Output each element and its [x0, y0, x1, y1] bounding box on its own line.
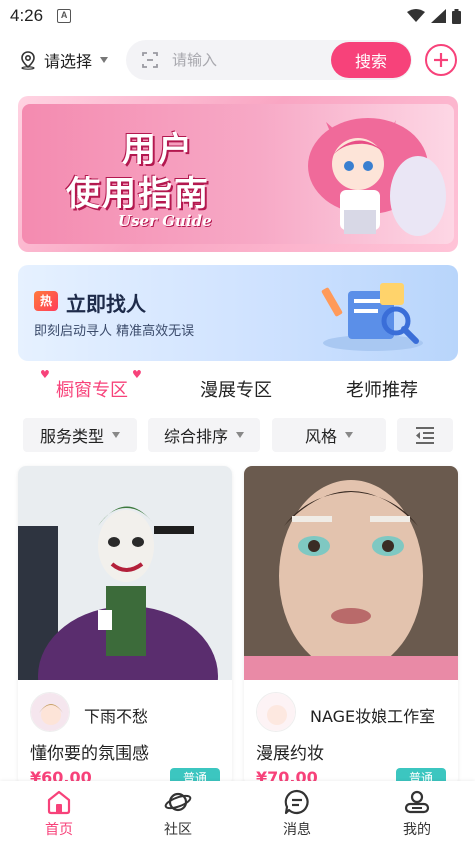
nav-home[interactable]: 首页: [19, 789, 99, 839]
banner-subtitle: User Guide: [118, 212, 212, 230]
add-button[interactable]: [425, 44, 457, 76]
product-card[interactable]: NAGE妆娘工作室 漫展约妆 ¥70.00 普通: [244, 466, 458, 786]
banner-title-line1: 用户: [122, 130, 194, 170]
nav-label: 社区: [164, 822, 192, 838]
nav-label: 我的: [403, 822, 431, 838]
avatar[interactable]: [256, 692, 296, 732]
search-document-illustration: [321, 283, 423, 351]
search-button[interactable]: 搜索: [331, 42, 411, 78]
nav-label: 首页: [45, 822, 73, 838]
search-input[interactable]: [172, 51, 322, 69]
location-label: 请选择: [44, 52, 93, 71]
chevron-down-icon: [345, 432, 353, 438]
location-pin-icon: [21, 51, 35, 70]
nav-community[interactable]: 社区: [138, 789, 218, 839]
plus-icon: [434, 53, 448, 67]
profile-icon: [404, 790, 430, 814]
anime-character-illustration: [308, 118, 446, 236]
find-person-banner[interactable]: 热 立即找人 即刻启动寻人 精准高效无误: [18, 265, 458, 361]
filter-bar: 服务类型 综合排序 风格: [0, 418, 475, 454]
list-indent-icon: [416, 427, 434, 444]
status-bar: 4:26 A: [0, 0, 475, 32]
location-selector[interactable]: 请选择: [18, 48, 109, 72]
filter-label: 综合排序: [163, 427, 228, 446]
notification-icon: A: [57, 9, 72, 23]
makeup-photo: [244, 466, 458, 680]
tab-showcase[interactable]: 橱窗专区: [56, 376, 128, 402]
scan-icon[interactable]: [138, 48, 162, 72]
product-card[interactable]: 下雨不愁 懂你要的氛围感 ¥60.00 普通: [18, 466, 232, 786]
hot-badge: 热: [34, 291, 58, 311]
avatar[interactable]: [30, 692, 70, 732]
banner-title-line2: 使用指南: [66, 174, 210, 214]
filter-service-type[interactable]: 服务类型: [23, 418, 137, 452]
status-time: 4:26: [10, 6, 44, 25]
card-title: 漫展约妆: [256, 744, 324, 764]
chevron-down-icon: [112, 432, 120, 438]
search-bar[interactable]: 搜索: [126, 40, 412, 80]
message-icon: [284, 789, 309, 815]
card-username: 下雨不愁: [84, 707, 149, 726]
cosplay-photo: [18, 466, 232, 680]
nav-messages[interactable]: 消息: [257, 789, 337, 839]
bottom-navigation: 首页 社区 消息 我的: [0, 781, 475, 848]
nav-label: 消息: [283, 822, 311, 838]
chevron-down-icon: [100, 57, 109, 63]
tab-comic-expo[interactable]: 漫展专区: [200, 376, 272, 402]
heart-icon: ♥: [40, 368, 50, 381]
battery-icon: [452, 8, 461, 24]
header: 请选择 搜索: [0, 38, 475, 82]
wifi-icon: [407, 9, 425, 22]
find-person-title: 立即找人: [66, 292, 146, 316]
heart-icon: ♥: [132, 368, 142, 381]
filter-style[interactable]: 风格: [272, 418, 386, 452]
user-guide-banner[interactable]: 用户 使用指南 User Guide: [18, 96, 458, 252]
signal-icon: [431, 9, 446, 23]
card-title: 懂你要的氛围感: [30, 744, 149, 764]
find-person-subtitle: 即刻启动寻人 精准高效无误: [34, 324, 195, 339]
tab-teacher-recommend[interactable]: 老师推荐: [346, 376, 418, 402]
planet-icon: [164, 792, 192, 812]
filter-label: 服务类型: [39, 427, 104, 446]
filter-options-button[interactable]: [397, 418, 453, 452]
nav-profile[interactable]: 我的: [377, 789, 457, 839]
chevron-down-icon: [236, 432, 244, 438]
status-icons: [407, 8, 461, 24]
filter-label: 风格: [304, 427, 337, 446]
home-icon: [47, 790, 71, 815]
card-username: NAGE妆娘工作室: [310, 707, 436, 726]
filter-sort[interactable]: 综合排序: [148, 418, 260, 452]
category-tabs: ♥ ♥ 橱窗专区 漫展专区 老师推荐: [0, 368, 475, 408]
